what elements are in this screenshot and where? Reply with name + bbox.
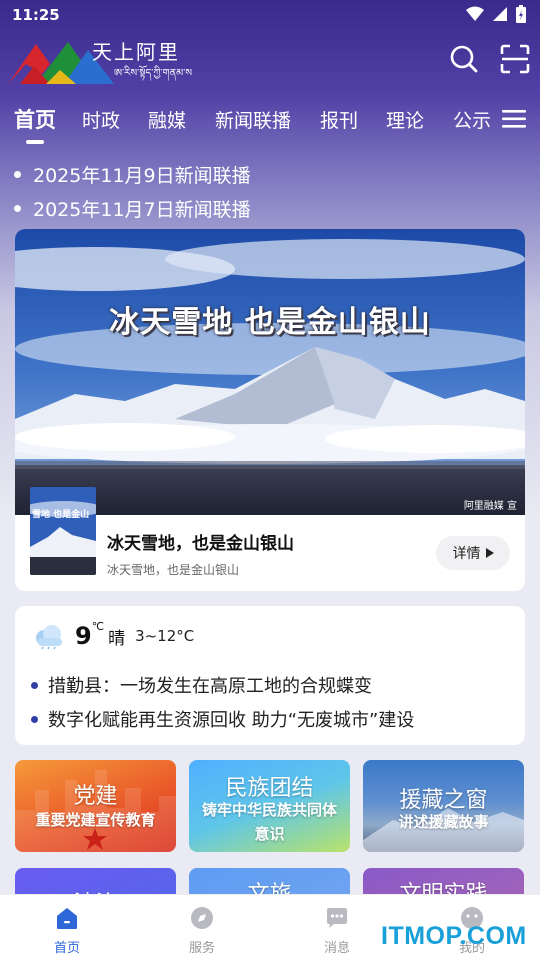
search-icon[interactable] — [449, 44, 479, 74]
hero-credit: 阿里融媒 宣 — [463, 501, 517, 512]
tile-aid-tibet[interactable]: 援藏之窗 讲述援藏故事 — [363, 760, 524, 852]
bullet-dot — [14, 171, 21, 178]
tab-notice[interactable]: 公示 — [453, 106, 491, 133]
hero-image[interactable] — [15, 229, 525, 515]
news-card: 9 ℃ 晴 3~12°C 措勤县：一场发生在高原工地的合规蝶变 数字化赋能再生资… — [15, 606, 525, 745]
active-tab-indicator — [26, 140, 44, 144]
bullet-dot — [31, 715, 38, 723]
tab-media[interactable]: 融媒 — [148, 106, 186, 133]
signal-icon — [493, 7, 507, 21]
tabbar-label: 首页 — [53, 941, 80, 956]
news-list-item[interactable]: 措勤县：一场发生在高原工地的合规蝶变 — [31, 672, 372, 698]
bullet-dot — [14, 205, 21, 212]
hero-card[interactable]: 冰天雪地 也是金山银山 阿里融媒 宣 雪地 也是金山 冰天雪地，也是金山银山 冰… — [15, 229, 525, 591]
compass-icon — [191, 907, 213, 929]
battery-icon — [516, 5, 526, 23]
bullet-dot — [31, 681, 38, 689]
news-list-item[interactable]: 数字化赋能再生资源回收 助力“无废城市”建设 — [31, 706, 414, 732]
tab-home[interactable]: 首页 — [14, 104, 56, 134]
brand-name: 天上阿里 — [92, 40, 180, 64]
tab-press[interactable]: 报刊 — [320, 106, 358, 133]
cloudy-weather-icon — [36, 625, 62, 649]
hero-image-title: 冰天雪地 也是金山银山 — [109, 305, 431, 340]
home-icon — [57, 908, 77, 929]
weather-widget[interactable]: 9 ℃ 晴 3~12°C — [33, 619, 195, 650]
weather-condition: 晴 — [108, 628, 126, 649]
headline-text: 2025年11月7日新闻联播 — [33, 199, 251, 221]
status-bar: 11:25 — [0, 0, 540, 30]
news-title: 措勤县：一场发生在高原工地的合规蝶变 — [48, 676, 372, 697]
play-arrow-icon — [485, 548, 494, 558]
app-header: 天上阿里 ཨ་རིས་སྟོད་ཀྱི་གནམ་ས — [0, 30, 540, 94]
tabbar-label: 消息 — [323, 941, 350, 956]
headline-item[interactable]: 2025年11月9日新闻联播 — [14, 161, 251, 188]
tile-subtitle: 铸牢中华民族共同体意识 — [201, 801, 337, 843]
hero-subtitle: 冰天雪地，也是金山银山 — [107, 563, 240, 577]
detail-label: 详情 — [452, 546, 481, 562]
headline-text: 2025年11月9日新闻联播 — [33, 165, 251, 187]
detail-button[interactable]: 详情 — [436, 536, 510, 570]
headline-item[interactable]: 2025年11月7日新闻联播 — [14, 195, 251, 222]
status-icons — [466, 5, 526, 23]
hero-title[interactable]: 冰天雪地，也是金山银山 — [107, 529, 294, 554]
hero-thumbnail[interactable]: 雪地 也是金山 — [30, 487, 96, 575]
thumbnail-image — [30, 487, 96, 575]
tile-subtitle: 讲述援藏故事 — [398, 813, 489, 831]
tabbar-home[interactable]: 首页 — [27, 905, 107, 956]
channel-nav: 首页 时政 融媒 新闻联播 报刊 理论 公示 — [0, 100, 540, 146]
scan-icon[interactable] — [500, 44, 530, 74]
chat-bubble-icon — [327, 908, 347, 928]
tab-news-broadcast[interactable]: 新闻联播 — [215, 106, 291, 133]
thumbnail-label: 雪地 也是金山 — [32, 510, 90, 520]
news-title: 数字化赋能再生资源回收 助力“无废城市”建设 — [48, 710, 415, 731]
tabbar-services[interactable]: 服务 — [162, 905, 242, 956]
tab-theory[interactable]: 理论 — [386, 106, 424, 133]
tile-subtitle: 重要党建宣传教育 — [35, 811, 156, 829]
weather-unit: ℃ — [91, 619, 105, 633]
tab-politics[interactable]: 时政 — [82, 106, 120, 133]
wifi-icon — [466, 6, 484, 21]
tile-title: 党建 — [73, 784, 118, 809]
tabbar-messages[interactable]: 消息 — [297, 905, 377, 956]
weather-temperature: 9 — [75, 622, 92, 650]
status-time: 11:25 — [12, 6, 60, 24]
weather-range: 3~12°C — [135, 627, 195, 645]
tabbar-label: 服务 — [188, 941, 215, 956]
tile-party-building[interactable]: 党建 重要党建宣传教育 — [15, 760, 176, 852]
tile-ethnic-unity[interactable]: 民族团结 铸牢中华民族共同体意识 — [189, 760, 350, 852]
site-watermark: ITMOP.COM — [381, 922, 527, 950]
menu-icon[interactable] — [502, 108, 526, 130]
brand-tibetan: ཨ་རིས་སྟོད་ཀྱི་གནམ་ས — [114, 68, 193, 79]
